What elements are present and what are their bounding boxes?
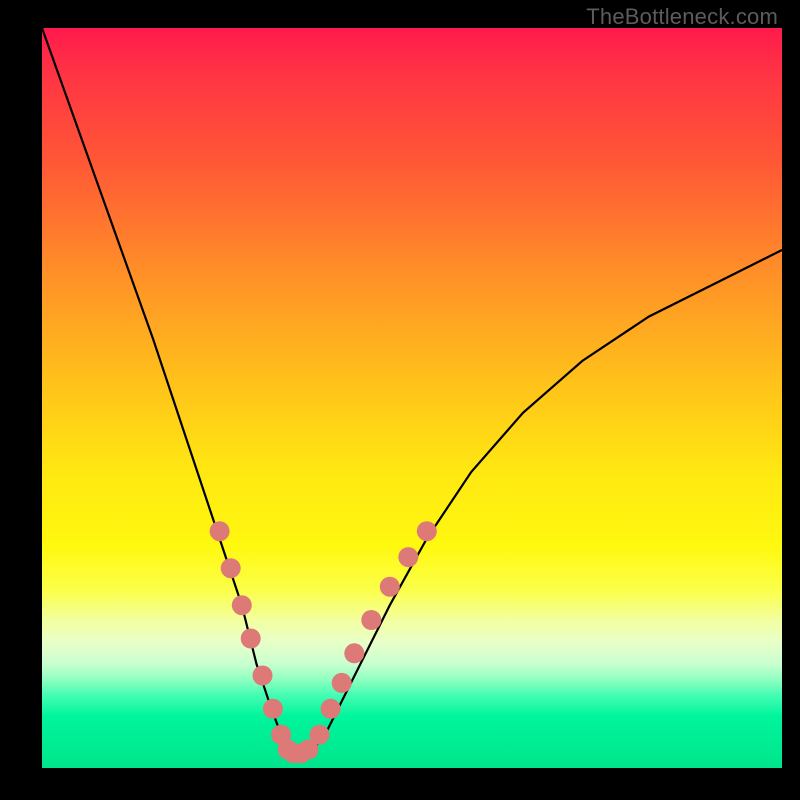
highlight-dot — [332, 673, 352, 693]
highlight-dot — [361, 610, 381, 630]
watermark-text: TheBottleneck.com — [586, 4, 778, 30]
highlight-dot — [380, 577, 400, 597]
highlight-dot — [221, 558, 241, 578]
highlight-dot — [232, 595, 252, 615]
highlight-dot — [263, 699, 283, 719]
highlight-dot — [241, 629, 261, 649]
highlight-dot — [417, 521, 437, 541]
bottleneck-curve-line — [42, 28, 782, 753]
chart-overlay-svg — [42, 28, 782, 768]
highlight-dot — [310, 725, 330, 745]
highlight-dot — [210, 521, 230, 541]
highlight-dot — [321, 699, 341, 719]
highlight-dot — [253, 666, 273, 686]
highlight-dot — [398, 547, 418, 567]
highlight-dot — [344, 643, 364, 663]
highlight-dots-group — [210, 521, 437, 763]
